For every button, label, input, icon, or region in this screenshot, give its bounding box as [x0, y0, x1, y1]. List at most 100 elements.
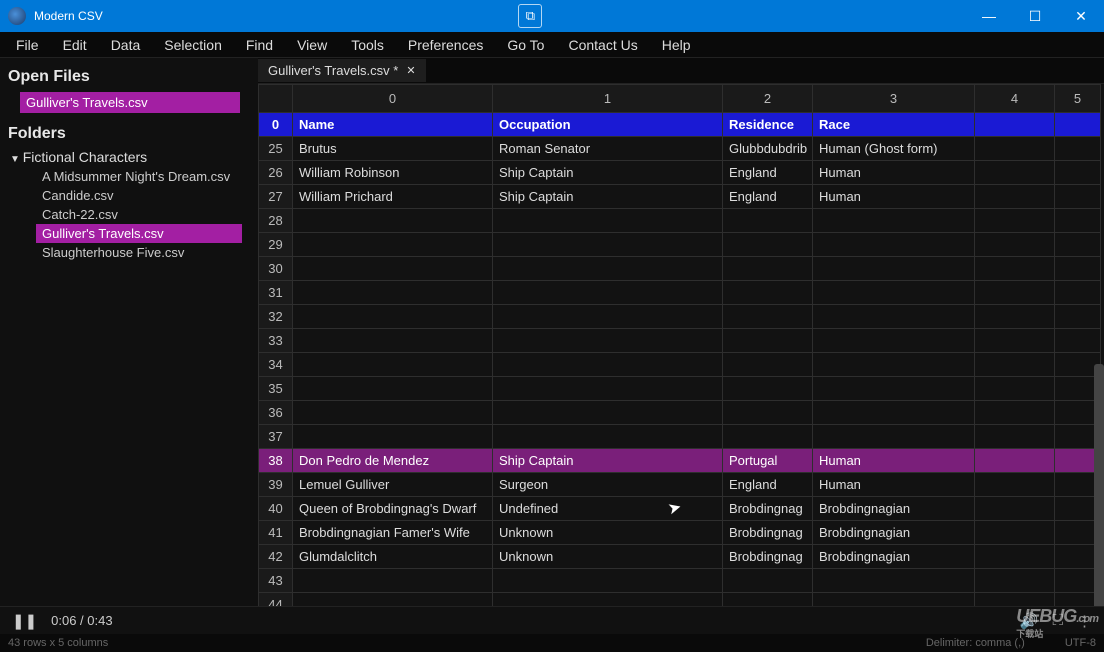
cell[interactable]: [975, 449, 1055, 473]
row-header[interactable]: 34: [259, 353, 293, 377]
column-header[interactable]: 4: [975, 85, 1055, 113]
row-header[interactable]: 27: [259, 185, 293, 209]
cell[interactable]: [293, 353, 493, 377]
column-header[interactable]: 2: [723, 85, 813, 113]
cell[interactable]: [1055, 329, 1101, 353]
cell[interactable]: Brobdingnagian: [813, 497, 975, 521]
cell[interactable]: Glubbdubdrib: [723, 137, 813, 161]
menu-tools[interactable]: Tools: [341, 33, 394, 57]
cell[interactable]: [975, 329, 1055, 353]
cell[interactable]: [493, 329, 723, 353]
row-header[interactable]: 25: [259, 137, 293, 161]
cell[interactable]: [1055, 209, 1101, 233]
cell[interactable]: England: [723, 161, 813, 185]
cell[interactable]: [975, 425, 1055, 449]
cell[interactable]: [813, 329, 975, 353]
row-header[interactable]: 0: [259, 113, 293, 137]
row-header[interactable]: 42: [259, 545, 293, 569]
cell[interactable]: [1055, 113, 1101, 137]
cell[interactable]: [975, 257, 1055, 281]
menu-find[interactable]: Find: [236, 33, 283, 57]
maximize-button[interactable]: ☐: [1012, 0, 1058, 32]
cell[interactable]: [293, 305, 493, 329]
cell[interactable]: Ship Captain: [493, 185, 723, 209]
row-header[interactable]: 39: [259, 473, 293, 497]
cell[interactable]: [975, 353, 1055, 377]
cell[interactable]: Brobdingnagian: [813, 545, 975, 569]
screenshot-icon[interactable]: ⧉: [518, 4, 542, 28]
menu-data[interactable]: Data: [101, 33, 151, 57]
cell[interactable]: [723, 569, 813, 593]
cell[interactable]: [293, 377, 493, 401]
cell[interactable]: [975, 497, 1055, 521]
cell[interactable]: [493, 353, 723, 377]
row-header[interactable]: 36: [259, 401, 293, 425]
cell[interactable]: [723, 353, 813, 377]
menu-go-to[interactable]: Go To: [497, 33, 554, 57]
folder-root[interactable]: Fictional Characters: [6, 147, 252, 167]
corner-cell[interactable]: [259, 85, 293, 113]
cell[interactable]: [723, 305, 813, 329]
row-header[interactable]: 43: [259, 569, 293, 593]
pause-icon[interactable]: ❚❚: [12, 612, 37, 630]
cell[interactable]: [1055, 185, 1101, 209]
cell[interactable]: [813, 593, 975, 607]
cell[interactable]: [293, 281, 493, 305]
cell[interactable]: [493, 569, 723, 593]
cell[interactable]: [975, 545, 1055, 569]
cell[interactable]: Brobdingnagian: [813, 521, 975, 545]
cell[interactable]: [975, 209, 1055, 233]
sidebar-file[interactable]: Catch-22.csv: [36, 205, 252, 224]
column-header[interactable]: 5: [1055, 85, 1101, 113]
cell[interactable]: [493, 257, 723, 281]
cell[interactable]: Race: [813, 113, 975, 137]
cell[interactable]: [493, 425, 723, 449]
cell[interactable]: Occupation: [493, 113, 723, 137]
open-file-item[interactable]: Gulliver's Travels.csv: [20, 92, 240, 113]
cell[interactable]: Don Pedro de Mendez: [293, 449, 493, 473]
cell[interactable]: Ship Captain: [493, 161, 723, 185]
row-header[interactable]: 35: [259, 377, 293, 401]
minimize-button[interactable]: —: [966, 0, 1012, 32]
cell[interactable]: [975, 569, 1055, 593]
sidebar-file[interactable]: Gulliver's Travels.csv: [36, 224, 242, 243]
cell[interactable]: [813, 401, 975, 425]
cell[interactable]: [813, 257, 975, 281]
cell[interactable]: [975, 161, 1055, 185]
cell[interactable]: Undefined: [493, 497, 723, 521]
cell[interactable]: Human: [813, 473, 975, 497]
cell[interactable]: Brutus: [293, 137, 493, 161]
cell[interactable]: [1055, 257, 1101, 281]
sidebar-file[interactable]: A Midsummer Night's Dream.csv: [36, 167, 252, 186]
row-header[interactable]: 28: [259, 209, 293, 233]
row-header[interactable]: 32: [259, 305, 293, 329]
cell[interactable]: Human: [813, 161, 975, 185]
cell[interactable]: Unknown: [493, 521, 723, 545]
row-header[interactable]: 29: [259, 233, 293, 257]
cell[interactable]: Lemuel Gulliver: [293, 473, 493, 497]
cell[interactable]: [1055, 305, 1101, 329]
cell[interactable]: Portugal: [723, 449, 813, 473]
cell[interactable]: [813, 353, 975, 377]
cell[interactable]: [975, 137, 1055, 161]
cell[interactable]: [723, 209, 813, 233]
cell[interactable]: [293, 569, 493, 593]
cell[interactable]: [293, 425, 493, 449]
scrollbar-vertical[interactable]: [1094, 364, 1104, 606]
cell[interactable]: Unknown: [493, 545, 723, 569]
cell[interactable]: [975, 233, 1055, 257]
cell[interactable]: William Robinson: [293, 161, 493, 185]
row-header[interactable]: 33: [259, 329, 293, 353]
cell[interactable]: [1055, 233, 1101, 257]
cell[interactable]: [975, 521, 1055, 545]
cell[interactable]: Name: [293, 113, 493, 137]
cell[interactable]: [813, 569, 975, 593]
row-header[interactable]: 37: [259, 425, 293, 449]
cell[interactable]: [723, 329, 813, 353]
data-table[interactable]: 0123450NameOccupationResidenceRace25Brut…: [258, 84, 1101, 606]
sidebar-file[interactable]: Slaughterhouse Five.csv: [36, 243, 252, 262]
cell[interactable]: [1055, 137, 1101, 161]
cell[interactable]: [493, 377, 723, 401]
cell[interactable]: [813, 233, 975, 257]
row-header[interactable]: 30: [259, 257, 293, 281]
